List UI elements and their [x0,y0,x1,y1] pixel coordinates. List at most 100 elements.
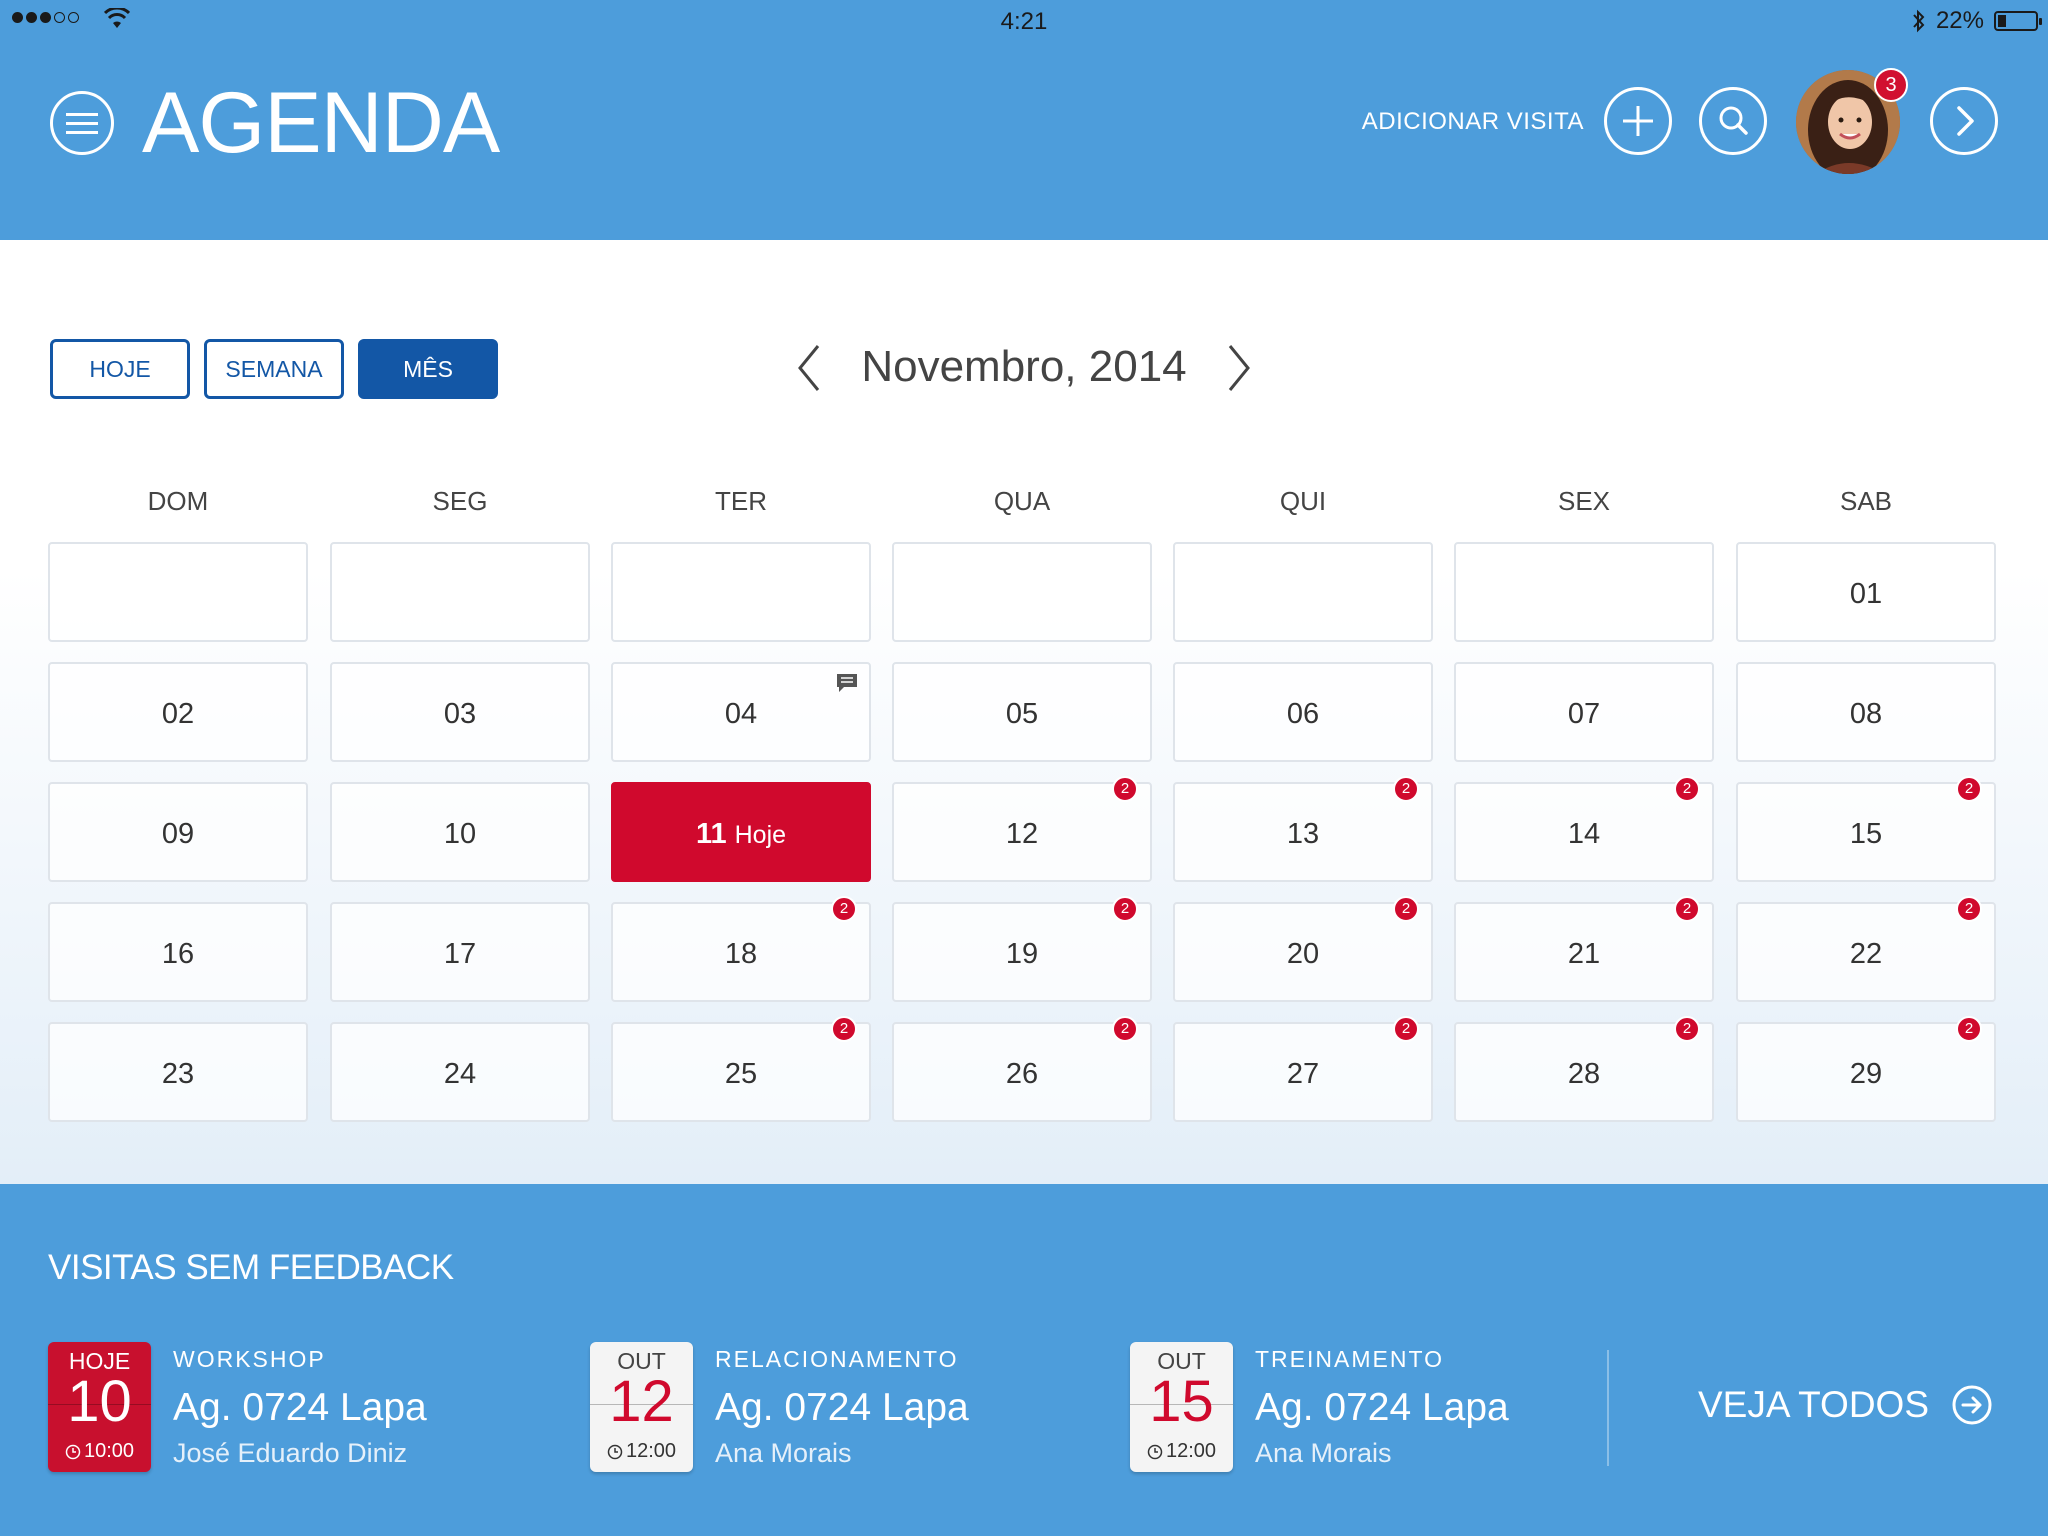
day-number-text: 09 [161,818,195,850]
calendar-day[interactable]: 22 2 [1736,896,1996,1002]
visit-type: RELACIONAMENTO [715,1346,959,1372]
day-number: 05 [894,698,1150,731]
event-count-badge: 2 [1112,896,1138,922]
visit-time-row: 10:00 [48,1440,151,1463]
day-number-text: 14 [1567,818,1601,850]
day-number: 17 [332,938,588,971]
day-number: 03 [332,698,588,731]
divider [1607,1350,1609,1466]
forward-button[interactable] [1930,87,1998,155]
day-number-text: 13 [1286,818,1320,850]
calendar-day[interactable]: 14 2 [1454,776,1714,882]
calendar-day[interactable]: 08 [1736,662,1996,762]
comment-icon [837,674,857,692]
calendar-day[interactable]: 26 2 [892,1016,1152,1122]
day-number-text: 27 [1286,1058,1320,1090]
day-number-text: 02 [161,698,195,730]
calendar-day-empty [1454,542,1714,642]
day-number-text: 26 [1005,1058,1039,1090]
calendar-day[interactable]: 13 2 [1173,776,1433,882]
day-number-text: 18 [724,938,758,970]
calendar-day[interactable]: 18 2 [611,896,871,1002]
menu-button[interactable] [50,91,114,155]
calendar-day[interactable]: 15 2 [1736,776,1996,882]
calendar-day[interactable]: 29 2 [1736,1016,1996,1122]
day-number-text: 25 [724,1058,758,1090]
search-button[interactable] [1699,87,1767,155]
day-number: 13 [1175,818,1431,851]
day-number: 28 [1456,1058,1712,1091]
notification-badge[interactable]: 3 [1874,68,1908,102]
add-visit-label[interactable]: ADICIONAR VISITA [1362,108,1584,136]
day-number-text: 05 [1005,698,1039,730]
calendar-day[interactable]: 16 [48,902,308,1002]
day-number-text: 16 [161,938,195,970]
event-count-badge: 2 [1956,1016,1982,1042]
visits-without-feedback-panel: VISITAS SEM FEEDBACK HOJE 10 10:00 WORKSHOP… [0,1184,2048,1536]
calendar-day[interactable]: 19 2 [892,896,1152,1002]
calendar-day[interactable]: 02 [48,662,308,762]
event-count-badge: 2 [1956,776,1982,802]
calendar-day[interactable]: 12 2 [892,776,1152,882]
calendar-day[interactable]: 07 [1454,662,1714,762]
day-number-text: 20 [1286,938,1320,970]
calendar-day[interactable]: 05 [892,662,1152,762]
add-visit-button[interactable] [1604,87,1672,155]
visit-day: 10 [67,1369,132,1434]
chevron-left-icon [798,345,820,391]
previous-month-button[interactable] [790,340,830,396]
calendar-day[interactable]: 25 2 [611,1016,871,1122]
day-number-text: 24 [443,1058,477,1090]
visit-time-row: 12:00 [1130,1440,1233,1463]
month-title: Novembro, 2014 [861,342,1187,391]
day-number-text: 23 [161,1058,195,1090]
calendar-day-empty [330,542,590,642]
day-number: 02 [50,698,306,731]
calendar-day[interactable]: 20 2 [1173,896,1433,1002]
calendar-area: HOJE SEMANA MÊS Novembro, 2014 DOM SEG TER… [0,240,2048,1184]
day-number: 29 [1738,1058,1994,1091]
calendar-day[interactable]: 24 [330,1022,590,1122]
calendar-day[interactable]: 27 2 [1173,1016,1433,1122]
day-number: 14 [1456,818,1712,851]
event-count-badge: 2 [1112,776,1138,802]
visit-place: Ag. 0724 Lapa [1255,1386,1509,1429]
day-number-text: 22 [1849,938,1883,970]
view-month-button[interactable]: MÊS [358,339,498,399]
day-number-text: 08 [1849,698,1883,730]
see-all-button[interactable]: VEJA TODOS [1698,1384,1993,1426]
visit-person: Ana Morais [1255,1438,1392,1468]
calendar-day[interactable]: 03 [330,662,590,762]
calendar-day-empty [48,542,308,642]
calendar-day-today[interactable]: 11 Hoje [611,782,871,882]
calendar-day[interactable]: 09 [48,782,308,882]
page-title: AGENDA [142,75,500,171]
day-number: 10 [332,818,588,851]
calendar-day[interactable]: 10 [330,782,590,882]
calendar-day[interactable]: 04 [611,662,871,762]
next-month-button[interactable] [1218,340,1258,396]
chevron-right-icon [1228,345,1250,391]
day-number: 21 [1456,938,1712,971]
event-count-badge: 2 [1674,776,1700,802]
calendar-day[interactable]: 06 [1173,662,1433,762]
day-number-text: 28 [1567,1058,1601,1090]
view-week-button[interactable]: SEMANA [204,339,344,399]
view-today-button[interactable]: HOJE [50,339,190,399]
day-number-text: 07 [1567,698,1601,730]
day-number: 01 [1738,578,1994,611]
day-number-text: 19 [1005,938,1039,970]
calendar-day[interactable]: 01 [1736,542,1996,642]
clock-icon [1147,1444,1163,1459]
calendar-day[interactable]: 23 [48,1022,308,1122]
weekday-label: SAB [1839,486,1893,516]
calendar-day-empty [611,542,871,642]
date-tile: HOJE 10 10:00 [48,1342,151,1472]
visit-time: 12:00 [625,1440,677,1462]
clock-icon [65,1444,81,1459]
day-number: 12 [894,818,1150,851]
calendar-day[interactable]: 28 2 [1454,1016,1714,1122]
calendar-day[interactable]: 17 [330,902,590,1002]
visit-time: 12:00 [1165,1440,1217,1462]
calendar-day[interactable]: 21 2 [1454,896,1714,1002]
